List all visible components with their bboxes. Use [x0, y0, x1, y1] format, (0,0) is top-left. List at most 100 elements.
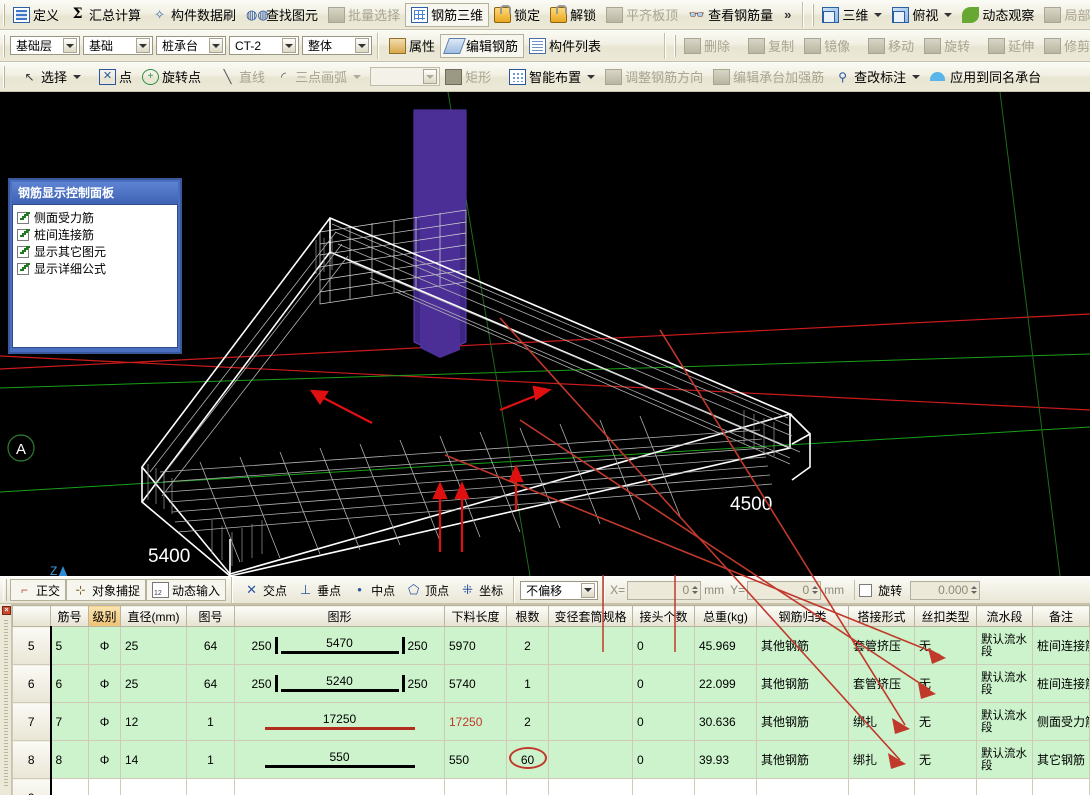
cell-remark[interactable]: 侧面受力筋 [1033, 703, 1090, 741]
col-header-classify[interactable]: 钢筋归类 [757, 606, 849, 627]
cell-thread_type[interactable]: 无 [915, 703, 977, 741]
edit-toolbar-grip[interactable] [674, 35, 676, 57]
toolbar-overflow-button[interactable]: » [778, 7, 797, 22]
toolbar-button-data-brush[interactable]: ✧ 构件数据刷 [146, 3, 241, 27]
cell-diameter[interactable]: 25 [121, 627, 187, 665]
cell-total_weight[interactable]: 30.636 [695, 703, 757, 741]
toolbar-button-lock[interactable]: 锁定 [489, 3, 545, 27]
toolbar-button-view-rebar-qty[interactable]: 👓 查看钢筋量 [683, 3, 778, 27]
toolbar-button-properties[interactable]: 属性 [384, 34, 440, 58]
cell-thread_type[interactable]: 无 [915, 627, 977, 665]
col-header-remark[interactable]: 备注 [1033, 606, 1090, 627]
cell-shape[interactable]: 550 [235, 741, 445, 779]
col-header-total-weight[interactable]: 总重(kg) [695, 606, 757, 627]
y-coord-input[interactable]: 0 [747, 581, 821, 600]
chevron-down-icon[interactable] [63, 38, 77, 53]
element-name-select[interactable]: CT-2 [229, 36, 299, 55]
cell-count[interactable] [507, 779, 549, 795]
col-header-cut-length[interactable]: 下料长度 [445, 606, 507, 627]
col-header-grade[interactable]: 级别 [89, 606, 121, 627]
panel-drag-dots[interactable] [4, 620, 8, 788]
cell-sleeve_spec[interactable] [549, 627, 633, 665]
cell-fig_no[interactable]: 1 [187, 703, 235, 741]
col-header-joints[interactable]: 接头个数 [633, 606, 695, 627]
cell-classify[interactable]: 其他钢筋 [757, 665, 849, 703]
cell-classify[interactable]: 其他钢筋 [757, 741, 849, 779]
cell-flow_section[interactable]: 默认流水段 [977, 741, 1033, 779]
toolbar-button-rebar-3d[interactable]: 钢筋三维 [405, 3, 489, 27]
cell-count[interactable]: 1 [507, 665, 549, 703]
cell-lap_form[interactable]: 绑扎 [849, 703, 915, 741]
cell-remark[interactable]: 其它钢筋 [1033, 741, 1090, 779]
toolbar-button-apply-same-cap[interactable]: 应用到同名承台 [925, 65, 1046, 89]
cell-lap_form[interactable]: 绑扎 [849, 741, 915, 779]
cell-lap_form[interactable] [849, 779, 915, 795]
cell-fig_no[interactable]: 1 [187, 741, 235, 779]
cell-sleeve_spec[interactable] [549, 741, 633, 779]
statusbar-grip[interactable] [3, 579, 7, 601]
cell-lap_form[interactable]: 套管挤压 [849, 627, 915, 665]
toolbar-grip[interactable] [3, 4, 5, 26]
cell-joints[interactable] [633, 779, 695, 795]
chevron-down-icon[interactable] [282, 38, 296, 53]
toolbar-button-adjust-rebar-dir[interactable]: 调整钢筋方向 [600, 65, 708, 89]
floor-select[interactable]: 基础层 [10, 36, 80, 55]
toolbar-button-line[interactable]: ╲ 直线 [214, 65, 270, 89]
cell-classify[interactable] [757, 779, 849, 795]
col-header-diameter[interactable]: 直径(mm) [121, 606, 187, 627]
cell-thread_type[interactable] [915, 779, 977, 795]
col-header-lap-form[interactable]: 搭接形式 [849, 606, 915, 627]
checkbox-row-show-other-elements[interactable]: 显示其它图元 [17, 243, 173, 260]
toolbar-button-rotate-point[interactable]: + 旋转点 [137, 65, 206, 89]
cell-remark[interactable]: 桩间连接筋3 [1033, 627, 1090, 665]
snap-midpoint[interactable]: • 中点 [346, 579, 400, 601]
toolbar-button-edit-annotation[interactable]: ⚲ 查改标注 [829, 65, 925, 89]
toolbar-button-rotate[interactable]: 旋转 [919, 34, 975, 58]
chevron-down-icon[interactable] [209, 38, 223, 53]
cell-classify[interactable]: 其他钢筋 [757, 627, 849, 665]
cell-grade[interactable] [89, 779, 121, 795]
checkbox-show-detail-formula[interactable] [17, 263, 29, 275]
element-type-select[interactable]: 桩承台 [156, 36, 226, 55]
cell-diameter[interactable]: 14 [121, 741, 187, 779]
table-row[interactable]: 88Φ14155055060039.93其他钢筋绑扎无默认流水段其它钢筋 [13, 741, 1090, 779]
selector-toolbar-grip[interactable] [3, 35, 5, 57]
cell-cut_length[interactable] [445, 779, 507, 795]
cell-joints[interactable]: 0 [633, 741, 695, 779]
cell-shape[interactable] [235, 779, 445, 795]
rebar-display-control-panel[interactable]: 钢筋显示控制面板 侧面受力筋 桩间连接筋 显示其它图元 显示详细公式 [8, 178, 182, 354]
cell-cut_length[interactable]: 550 [445, 741, 507, 779]
chevron-down-icon[interactable] [912, 75, 920, 79]
col-header-sleeve-spec[interactable]: 变径套筒规格 [549, 606, 633, 627]
chevron-down-icon[interactable] [353, 75, 361, 79]
toolbar-button-element-list[interactable]: 构件列表 [524, 34, 606, 58]
chevron-down-icon[interactable] [136, 38, 150, 53]
cell-flow_section[interactable]: 默认流水段 [977, 703, 1033, 741]
col-header-flow-section[interactable]: 流水段 [977, 606, 1033, 627]
toolbar-button-point[interactable]: ✕ 点 [94, 65, 137, 89]
col-header-count[interactable]: 根数 [507, 606, 549, 627]
snap-intersection[interactable]: ✕ 交点 [238, 579, 292, 601]
col-header-fig-no[interactable]: 图号 [187, 606, 235, 627]
status-toggle-ortho[interactable]: ⌐ 正交 [10, 579, 66, 601]
cell-grade[interactable]: Φ [89, 627, 121, 665]
cell-count[interactable]: 2 [507, 627, 549, 665]
x-coord-input[interactable]: 0 [627, 581, 701, 600]
status-toggle-dyninput[interactable]: 动态输入 [146, 579, 226, 601]
cell-cut_length[interactable]: 5970 [445, 627, 507, 665]
draw-toolbar-grip[interactable] [3, 66, 5, 88]
toolbar-button-edit-cap-rebar[interactable]: 编辑承台加强筋 [708, 65, 829, 89]
chevron-down-icon[interactable] [423, 69, 437, 84]
col-header-thread-type[interactable]: 丝扣类型 [915, 606, 977, 627]
row-header[interactable]: 8 [13, 741, 51, 779]
snap-vertex[interactable]: ⬠ 顶点 [400, 579, 454, 601]
view-toolbar-grip[interactable] [812, 4, 814, 26]
table-row[interactable]: 55Φ2564250547025059702045.969其他钢筋套管挤压无默认… [13, 627, 1090, 665]
draw-option-select[interactable] [370, 67, 440, 86]
checkbox-side-main-rebar[interactable] [17, 212, 29, 224]
checkbox-row-show-detail-formula[interactable]: 显示详细公式 [17, 260, 173, 277]
cell-total_weight[interactable]: 39.93 [695, 741, 757, 779]
toolbar-button-extend[interactable]: 延伸 [983, 34, 1039, 58]
cell-flow_section[interactable]: 默认流水段 [977, 627, 1033, 665]
cell-flow_section[interactable]: 默认流水段 [977, 665, 1033, 703]
